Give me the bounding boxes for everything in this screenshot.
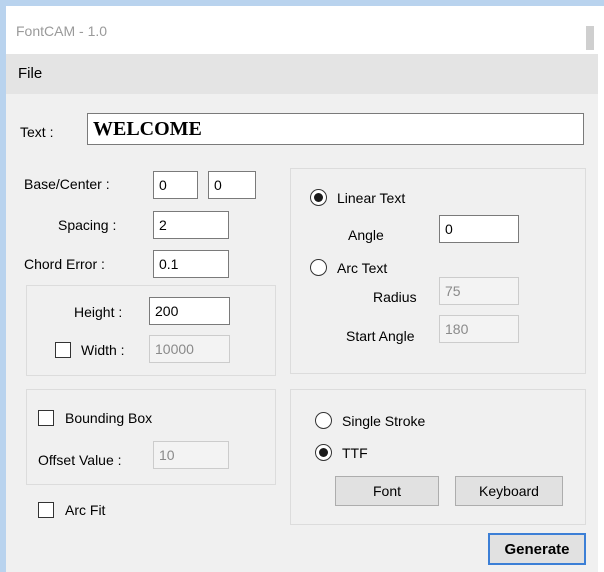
bounding-box-checkbox[interactable] [38, 410, 54, 426]
window-control[interactable] [586, 26, 594, 50]
radius-input[interactable] [439, 277, 519, 305]
offset-value-label: Offset Value : [38, 452, 122, 468]
spacing-label: Spacing : [58, 217, 117, 233]
single-stroke-label: Single Stroke [342, 413, 426, 429]
spacing-input[interactable] [153, 211, 229, 239]
arc-text-label: Arc Text [337, 260, 388, 276]
menu-bar: File [6, 54, 598, 94]
base-center-y-input[interactable] [208, 171, 256, 199]
base-center-x-input[interactable] [153, 171, 198, 199]
arc-text-radio[interactable] [310, 259, 327, 276]
generate-button[interactable]: Generate [488, 533, 586, 565]
arc-fit-checkbox[interactable] [38, 502, 54, 518]
radius-label: Radius [373, 289, 417, 305]
font-button[interactable]: Font [335, 476, 439, 506]
text-mode-group [290, 168, 586, 374]
bounding-box-label: Bounding Box [65, 410, 153, 426]
width-input[interactable] [149, 335, 230, 363]
angle-label: Angle [348, 227, 384, 243]
single-stroke-radio[interactable] [315, 412, 332, 429]
ttf-radio[interactable] [315, 444, 332, 461]
base-center-label: Base/Center : [24, 176, 110, 192]
start-angle-input[interactable] [439, 315, 519, 343]
width-checkbox[interactable] [55, 342, 71, 358]
window-title: FontCAM - 1.0 [16, 23, 108, 39]
height-label: Height : [74, 304, 123, 320]
height-input[interactable] [149, 297, 230, 325]
ttf-label: TTF [342, 445, 368, 461]
offset-value-input[interactable] [153, 441, 229, 469]
chord-error-input[interactable] [153, 250, 229, 278]
linear-text-radio[interactable] [310, 189, 327, 206]
linear-text-label: Linear Text [337, 190, 406, 206]
radio-selected-dot [319, 448, 328, 457]
menu-file[interactable]: File [18, 65, 42, 82]
angle-input[interactable] [439, 215, 519, 243]
arc-fit-label: Arc Fit [65, 502, 106, 518]
width-label: Width : [81, 342, 125, 358]
chord-error-label: Chord Error : [24, 256, 105, 272]
start-angle-label: Start Angle [346, 328, 415, 344]
text-label: Text : [20, 124, 54, 140]
title-bar: FontCAM - 1.0 [6, 6, 598, 54]
radio-selected-dot [314, 193, 323, 202]
keyboard-button[interactable]: Keyboard [455, 476, 563, 506]
bounding-box-group [26, 389, 276, 485]
text-input[interactable] [87, 113, 584, 145]
main-window: FontCAM - 1.0 File Text : Base/Center : … [6, 6, 598, 572]
